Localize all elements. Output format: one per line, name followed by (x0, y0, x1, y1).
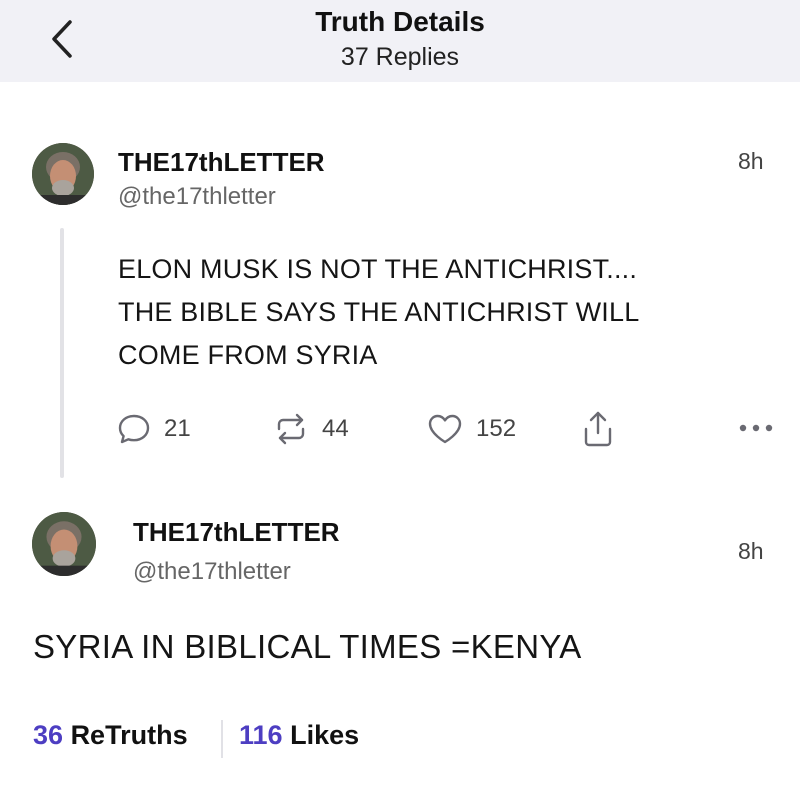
reply-avatar[interactable] (32, 512, 96, 576)
page-title: Truth Details (315, 6, 485, 37)
thread-line (60, 228, 64, 478)
reply-count: 21 (164, 415, 191, 442)
likes-stat[interactable]: 116 Likes (239, 720, 359, 751)
reply-body: SYRIA IN BIBLICAL TIMES =KENYA (33, 628, 582, 665)
likes-count: 116 (239, 720, 283, 750)
avatar-portrait (32, 512, 96, 576)
post-timestamp: 8h (738, 148, 764, 174)
more-options-button[interactable] (736, 413, 776, 448)
post-line: THE BIBLE SAYS THE ANTICHRIST WILL (118, 297, 640, 327)
share-button[interactable] (580, 407, 616, 451)
top-bar: Truth Details 37 Replies (0, 0, 800, 82)
replies-count: 37 Replies (340, 43, 460, 71)
like-count: 152 (476, 415, 517, 442)
post-body: ELON MUSK IS NOT THE ANTICHRIST.... THE … (118, 248, 738, 377)
retruths-label: ReTruths (70, 720, 188, 750)
post-author-handle[interactable]: @the17thletter (118, 183, 276, 211)
repost-arrows-icon (277, 413, 305, 445)
retruth-count: 44 (322, 415, 349, 442)
retruth-button[interactable]: 44 (272, 407, 349, 451)
likes-label: Likes (290, 720, 360, 750)
retruths-count: 36 (33, 720, 64, 750)
post-line: ELON MUSK IS NOT THE ANTICHRIST.... (118, 254, 638, 284)
reply-author-handle[interactable]: @the17thletter (133, 558, 291, 586)
reply-timestamp: 8h (738, 538, 764, 564)
like-button[interactable]: 152 (426, 407, 516, 451)
post-line: COME FROM SYRIA (118, 340, 378, 370)
post-author-name[interactable]: THE17thLETTER (118, 147, 325, 178)
share-icon (584, 411, 612, 447)
speech-bubble-icon (118, 414, 150, 444)
post-actions: 21 44 152 (116, 407, 786, 451)
heart-icon (428, 414, 462, 444)
avatar-portrait (32, 143, 94, 205)
avatar[interactable] (32, 143, 94, 205)
retruths-stat[interactable]: 36 ReTruths (33, 720, 188, 751)
stats-divider (221, 720, 223, 758)
reply-button[interactable]: 21 (116, 407, 191, 451)
reply-author-name[interactable]: THE17thLETTER (133, 517, 340, 548)
ellipsis-icon (739, 424, 773, 432)
